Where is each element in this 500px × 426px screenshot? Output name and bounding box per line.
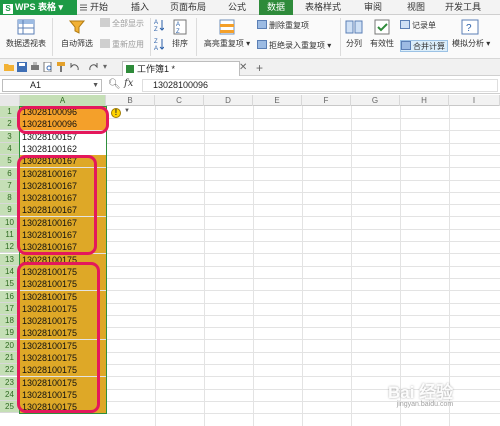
formula-input[interactable]: 13028100096 <box>142 79 498 92</box>
svg-text:A: A <box>176 22 180 28</box>
auto-filter-button[interactable]: 自动筛选 <box>56 15 98 59</box>
tab-table-styles[interactable]: 表格样式 <box>301 0 345 15</box>
reapply-button[interactable]: 重新应用 <box>100 39 144 51</box>
tab-page-layout[interactable]: 页面布局 <box>166 0 210 15</box>
column-header-b[interactable]: B <box>106 95 155 106</box>
record-list-button[interactable]: 记录单 <box>400 20 436 32</box>
new-tab-icon[interactable]: + <box>256 61 263 75</box>
tab-review[interactable]: 审阅 <box>357 0 389 15</box>
sort-icon: AZ <box>173 19 187 35</box>
save-icon[interactable] <box>17 62 27 72</box>
consolidate-button[interactable]: 合并计算 <box>400 40 448 52</box>
column-header-g[interactable]: G <box>351 95 400 106</box>
callout-rows-13-25 <box>17 262 100 413</box>
tab-start[interactable]: 开始 <box>84 0 114 15</box>
spreadsheet-icon <box>126 65 134 73</box>
validation-icon <box>374 19 390 35</box>
show-all-button[interactable]: 全部显示 <box>100 18 144 30</box>
what-if-icon: ? <box>461 19 479 35</box>
sort-descending-icon[interactable]: ZA <box>154 37 165 52</box>
row-header[interactable]: 3 <box>0 131 20 143</box>
column-header-a[interactable]: A <box>20 95 106 106</box>
refresh-icon <box>100 39 110 48</box>
validation-button[interactable]: 有效性 <box>368 15 396 59</box>
toolbar-more-icon[interactable]: ▾ <box>103 62 107 71</box>
app-menu-button[interactable]: S WPS 表格 ▾ <box>0 0 77 15</box>
name-box[interactable]: A1 ▼ <box>2 79 102 92</box>
callout-rows-5-12 <box>17 155 97 255</box>
filter-icon <box>100 18 110 27</box>
record-list-icon <box>400 20 410 29</box>
ribbon: 数据透视表 自动筛选 全部显示 重新应用 AZ ZA AZ 排序 高亮重复项 ▾… <box>0 15 500 59</box>
insert-function-button[interactable]: fx <box>124 78 133 89</box>
undo-icon[interactable] <box>70 62 80 72</box>
app-title: WPS 表格 <box>15 2 57 12</box>
column-header-i[interactable]: I <box>449 95 500 106</box>
column-header-d[interactable]: D <box>204 95 253 106</box>
column-header-f[interactable]: F <box>302 95 351 106</box>
row-header[interactable]: 13 <box>0 254 20 266</box>
chevron-down-icon[interactable]: ▼ <box>92 80 99 91</box>
remove-duplicates-icon <box>257 20 267 29</box>
reject-duplicates-icon <box>257 40 267 49</box>
svg-text:Z: Z <box>154 39 158 45</box>
column-header-e[interactable]: E <box>253 95 302 106</box>
what-if-analysis-button[interactable]: ? 模拟分析 ▾ <box>452 15 490 59</box>
print-preview-icon[interactable] <box>43 62 53 72</box>
split-columns-icon <box>345 20 363 34</box>
formula-bar: A1 ▼ 🔍︎ fx 13028100096 <box>0 77 500 94</box>
svg-text:Z: Z <box>154 27 158 32</box>
select-all-corner[interactable] <box>0 95 20 106</box>
sort-button[interactable]: AZ 排序 <box>168 15 192 59</box>
tab-view[interactable]: 视图 <box>400 0 432 15</box>
tab-data[interactable]: 数据 <box>259 0 293 15</box>
column-headers: A B C D E F G H I <box>0 95 500 106</box>
consolidate-icon <box>401 41 411 50</box>
error-warning-icon[interactable]: ! <box>111 108 121 118</box>
svg-text:?: ? <box>466 23 472 34</box>
pivot-table-button[interactable]: 数据透视表 <box>2 15 50 59</box>
format-painter-icon[interactable] <box>56 62 66 72</box>
menu-bar: S WPS 表格 ▾ 开始 插入 页面布局 公式 数据 表格样式 审阅 视图 开发… <box>0 0 500 15</box>
document-tab[interactable]: 工作簿1 * <box>122 61 240 76</box>
close-tab-icon[interactable]: ✕ <box>239 62 247 73</box>
tab-developer[interactable]: 开发工具 <box>441 0 485 15</box>
tab-formulas[interactable]: 公式 <box>221 0 253 15</box>
highlight-duplicates-icon <box>219 19 235 35</box>
sort-ascending-icon[interactable]: AZ <box>154 18 165 33</box>
chevron-down-icon[interactable]: ▼ <box>124 108 130 114</box>
remove-duplicates-button[interactable]: 删除重复项 <box>257 20 309 32</box>
svg-text:A: A <box>154 46 158 51</box>
zoom-search-icon[interactable]: 🔍︎ <box>108 79 121 90</box>
callout-rows-1-2 <box>17 106 109 134</box>
redo-icon[interactable] <box>88 62 98 72</box>
split-columns-button[interactable]: 分列 <box>343 15 365 59</box>
wps-logo-icon: S <box>3 4 13 14</box>
column-header-h[interactable]: H <box>400 95 449 106</box>
open-folder-icon[interactable] <box>4 62 14 72</box>
watermark: Bai 经验 jingyan.baidu.com <box>388 383 454 408</box>
pivot-table-icon <box>17 19 35 35</box>
print-icon[interactable] <box>30 62 40 72</box>
column-header-c[interactable]: C <box>155 95 204 106</box>
tab-insert[interactable]: 插入 <box>124 0 156 15</box>
quick-access-toolbar: ▾ 工作簿1 * ✕ + <box>0 59 500 76</box>
filter-icon <box>68 20 86 34</box>
svg-text:Z: Z <box>176 29 180 35</box>
row-header[interactable]: 4 <box>0 143 20 155</box>
reject-duplicates-button[interactable]: 拒绝录入重复项 ▾ <box>257 40 331 52</box>
highlight-duplicates-button[interactable]: 高亮重复项 ▾ <box>200 15 254 59</box>
svg-text:A: A <box>154 20 158 26</box>
